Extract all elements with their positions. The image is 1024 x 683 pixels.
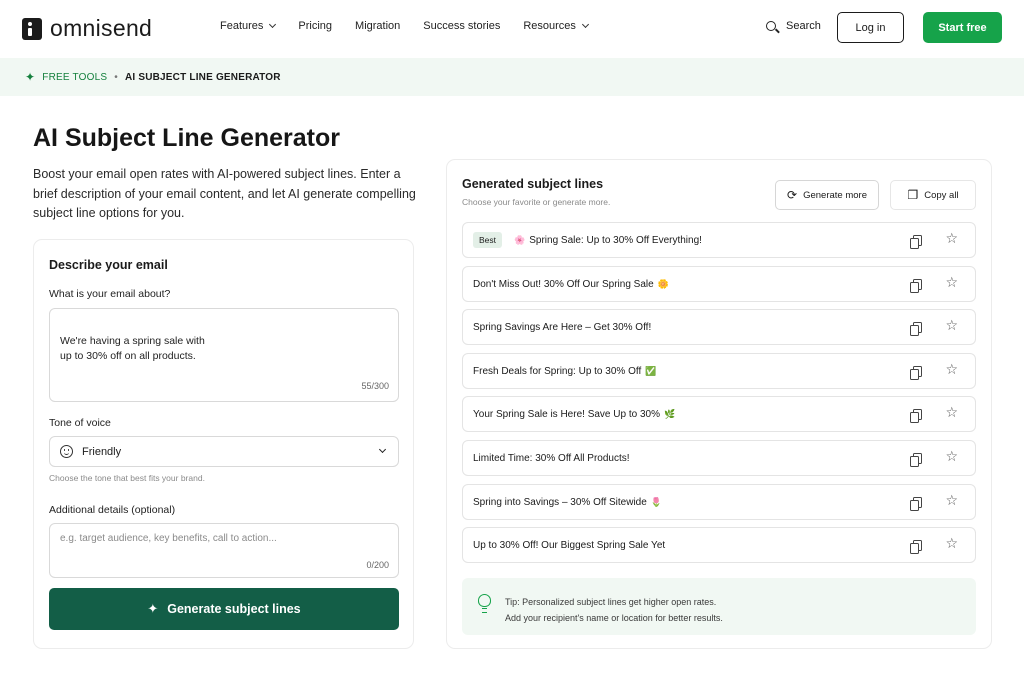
nav-link-migration[interactable]: Migration xyxy=(355,20,400,32)
chevron-down-icon xyxy=(378,445,387,454)
nav-link-resources[interactable]: Resources xyxy=(523,20,589,32)
star-icon[interactable]: ☆ xyxy=(945,318,958,332)
search-icon xyxy=(766,21,776,31)
lightbulb-icon xyxy=(478,594,491,613)
email-about-label: What is your email about? xyxy=(49,288,171,300)
login-button[interactable]: Log in xyxy=(837,12,904,43)
search-button[interactable]: Search xyxy=(766,20,821,32)
generate-label: Generate subject lines xyxy=(167,602,301,616)
copy-icon[interactable] xyxy=(910,540,922,554)
nav-link-features[interactable]: Features xyxy=(220,20,277,32)
refresh-icon: ⟳ xyxy=(787,188,798,202)
subject-line-text: Spring Savings Are Here – Get 30% Off! xyxy=(473,321,652,333)
email-about-value: We're having a spring sale with up to 30… xyxy=(60,334,205,363)
subject-line-text: Limited Time: 30% Off All Products! xyxy=(473,452,630,464)
subject-line-row[interactable]: Limited Time: 30% Off All Products! ☆ xyxy=(462,440,976,476)
email-about-counter: 55/300 xyxy=(361,380,389,391)
sparkle-icon: ✦ xyxy=(25,70,36,84)
chevron-down-icon xyxy=(581,20,589,29)
email-about-textarea[interactable]: We're having a spring sale with up to 30… xyxy=(49,308,399,402)
copy-icon[interactable] xyxy=(910,322,922,336)
details-field: 0/200 xyxy=(49,523,399,578)
star-icon[interactable]: ☆ xyxy=(945,275,958,289)
breadcrumb: ✦ FREE TOOLS • AI SUBJECT LINE GENERATOR xyxy=(0,58,1024,96)
tip-box: Tip: Personalized subject lines get high… xyxy=(462,578,976,635)
subject-line-row[interactable]: Up to 30% Off! Our Biggest Spring Sale Y… xyxy=(462,527,976,563)
search-label: Search xyxy=(786,20,821,32)
star-icon[interactable]: ☆ xyxy=(945,536,958,550)
copy-all-button[interactable]: ❐ Copy all xyxy=(890,180,976,210)
page-title: AI Subject Line Generator xyxy=(33,124,341,152)
copy-icon[interactable] xyxy=(910,366,922,380)
breadcrumb-current: AI SUBJECT LINE GENERATOR xyxy=(124,71,281,83)
copy-icon[interactable] xyxy=(910,409,922,423)
subject-line-text: Don't Miss Out! 30% Off Our Spring Sale xyxy=(473,278,654,290)
nav-link-success-stories[interactable]: Success stories xyxy=(423,20,500,32)
nav-link-label: Pricing xyxy=(298,20,333,32)
chevron-down-icon xyxy=(269,20,277,29)
describe-email-card: Describe your email What is your email a… xyxy=(33,239,414,649)
generate-more-button[interactable]: ⟳ Generate more xyxy=(775,180,879,210)
subject-line-text: Your Spring Sale is Here! Save Up to 30% xyxy=(473,408,660,420)
page-description: Boost your email open rates with AI-powe… xyxy=(33,167,416,220)
star-icon[interactable]: ☆ xyxy=(945,405,958,419)
tone-hint: Choose the tone that best fits your bran… xyxy=(49,473,205,483)
tip-text: Tip: Personalized subject lines get high… xyxy=(505,597,723,623)
subject-line-emoji: 🌼 xyxy=(657,278,669,289)
copy-icon[interactable] xyxy=(910,453,922,467)
results-title: Generated subject lines xyxy=(462,177,604,191)
nav-link-label: Resources xyxy=(523,20,576,32)
tone-value: Friendly xyxy=(82,445,122,458)
generate-more-label: Generate more xyxy=(803,189,867,201)
tone-select[interactable]: Friendly xyxy=(49,436,399,467)
subject-line-emoji: 🌸 xyxy=(514,234,526,245)
subject-line-row[interactable]: Spring Savings Are Here – Get 30% Off! ☆ xyxy=(462,309,976,345)
subject-line-text: Up to 30% Off! Our Biggest Spring Sale Y… xyxy=(473,539,666,551)
subject-line-row[interactable]: Best 🌸 Spring Sale: Up to 30% Off Everyt… xyxy=(462,222,976,258)
details-textarea[interactable] xyxy=(50,524,398,577)
start-free-button[interactable]: Start free xyxy=(923,12,1002,43)
subject-line-emoji: ✅ xyxy=(645,365,657,376)
subject-line-emoji: 🌷 xyxy=(650,496,663,507)
subject-line-row[interactable]: Spring into Savings – 30% Off Sitewide 🌷… xyxy=(462,484,976,520)
sparkle-icon: ✦ xyxy=(147,601,159,616)
breadcrumb-separator: • xyxy=(114,71,118,83)
subject-line-text: Spring into Savings – 30% Off Sitewide xyxy=(473,496,647,508)
describe-email-heading: Describe your email xyxy=(49,258,168,272)
subject-line-row[interactable]: Don't Miss Out! 30% Off Our Spring Sale … xyxy=(462,266,976,302)
nav-link-label: Features xyxy=(220,20,264,32)
subject-line-row[interactable]: Fresh Deals for Spring: Up to 30% Off ✅ … xyxy=(462,353,976,389)
nav-links: Features Pricing Migration Success stori… xyxy=(220,20,611,32)
details-label: Additional details (optional) xyxy=(49,504,176,516)
breadcrumb-free-tools[interactable]: FREE TOOLS xyxy=(42,72,107,83)
star-icon[interactable]: ☆ xyxy=(945,449,958,463)
subject-line-text: Spring Sale: Up to 30% Off Everything! xyxy=(529,234,702,246)
copy-icon[interactable] xyxy=(910,497,922,511)
generate-subject-lines-button[interactable]: ✦ Generate subject lines xyxy=(49,588,399,630)
subject-line-row[interactable]: Your Spring Sale is Here! Save Up to 30%… xyxy=(462,396,976,432)
copy-all-label: Copy all xyxy=(924,189,959,201)
generated-lines-card: Generated subject lines Choose your favo… xyxy=(446,159,992,649)
copy-icon[interactable] xyxy=(910,235,922,249)
nav-link-pricing[interactable]: Pricing xyxy=(298,20,332,32)
subject-line-text: Fresh Deals for Spring: Up to 30% Off xyxy=(473,365,642,377)
omnisend-logo-icon xyxy=(22,17,42,40)
logo[interactable]: omnisend xyxy=(22,15,152,42)
results-subtitle: Choose your favorite or generate more. xyxy=(462,197,611,207)
details-counter: 0/200 xyxy=(366,560,389,570)
star-icon[interactable]: ☆ xyxy=(945,493,958,507)
nav-link-label: Migration xyxy=(355,20,401,32)
nav-link-label: Success stories xyxy=(423,20,501,32)
top-nav: omnisend Features Pricing Migration Succ… xyxy=(0,0,1024,58)
smile-icon xyxy=(60,445,73,458)
tone-label: Tone of voice xyxy=(49,417,111,429)
copy-icon[interactable] xyxy=(910,279,922,293)
logo-text: omnisend xyxy=(50,15,153,41)
subject-line-emoji: 🌿 xyxy=(663,408,676,419)
best-badge: Best xyxy=(473,232,503,248)
star-icon[interactable]: ☆ xyxy=(945,231,958,245)
clipboard-icon: ❐ xyxy=(907,188,919,202)
star-icon[interactable]: ☆ xyxy=(945,362,958,376)
